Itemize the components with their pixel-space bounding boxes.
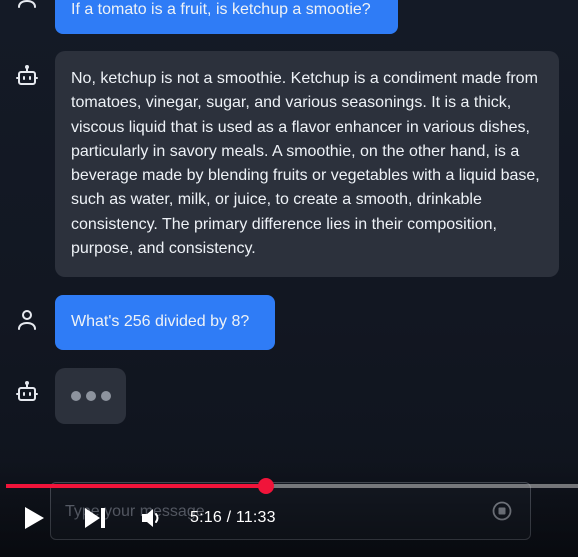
typing-dot — [85, 391, 96, 401]
user-message-bubble: What's 256 divided by 8? — [55, 295, 275, 350]
message-input[interactable]: Type your message — [50, 482, 531, 540]
robot-icon — [15, 64, 39, 88]
chat-app: If a tomato is a fruit, is ketchup a smo… — [0, 0, 578, 557]
typing-indicator — [55, 368, 126, 424]
play-icon[interactable] — [22, 505, 46, 531]
assistant-message-bubble: No, ketchup is not a smoothie. Ketchup i… — [55, 51, 559, 277]
user-message-text: If a tomato is a fruit, is ketchup a smo… — [71, 0, 371, 18]
stop-circle-icon[interactable] — [492, 501, 512, 521]
typing-dot — [70, 391, 81, 401]
robot-icon — [15, 380, 39, 404]
video-progress-played — [6, 484, 267, 488]
typing-dot — [100, 391, 111, 401]
user-message-text: What's 256 divided by 8? — [71, 313, 250, 331]
user-icon — [15, 0, 39, 10]
assistant-message-text: No, ketchup is not a smoothie. Ketchup i… — [71, 70, 540, 258]
video-progress-bar[interactable] — [6, 478, 578, 494]
next-icon[interactable] — [82, 505, 108, 531]
volume-icon[interactable] — [140, 505, 166, 531]
user-message-bubble: If a tomato is a fruit, is ketchup a smo… — [55, 0, 398, 34]
video-time-display: 5:16 / 11:33 — [190, 509, 276, 526]
user-icon — [15, 308, 39, 332]
